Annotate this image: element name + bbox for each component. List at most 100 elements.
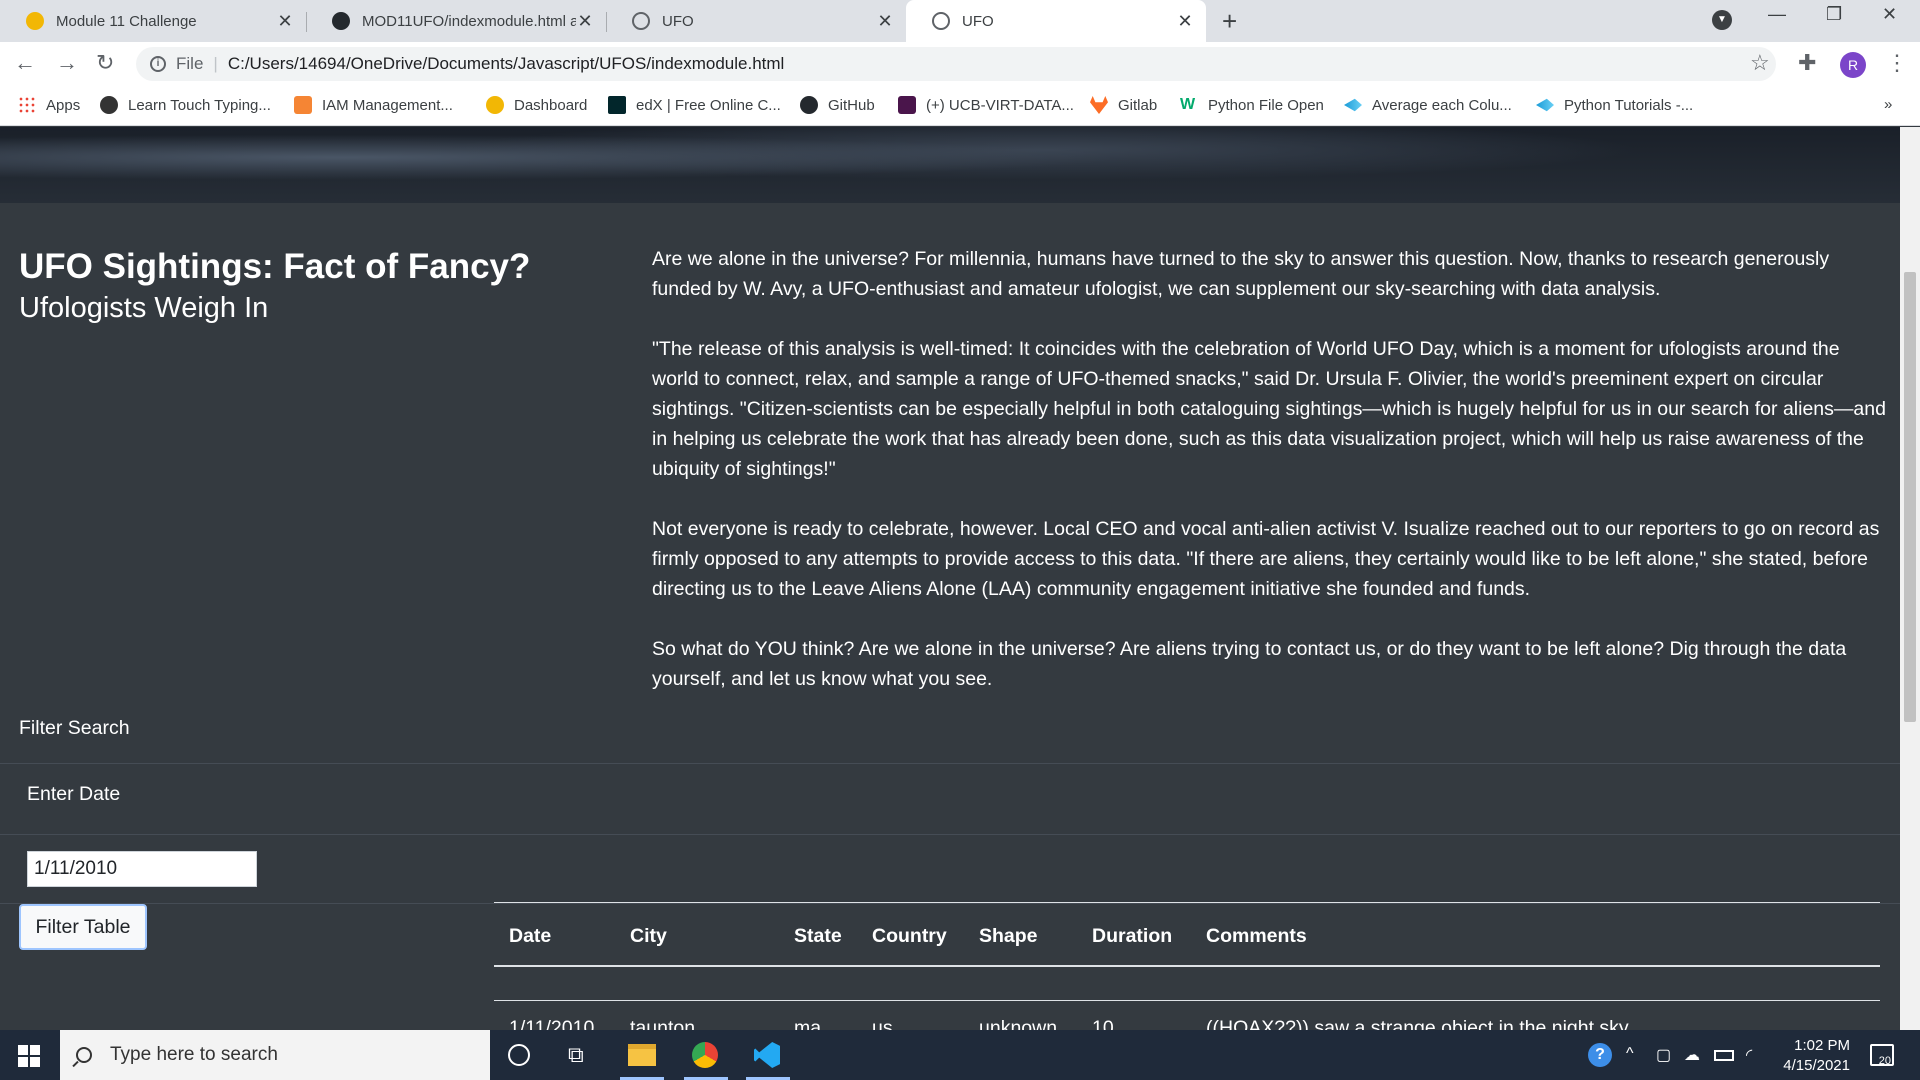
bookmark-label: (+) UCB-VIRT-DATA...	[926, 96, 1074, 114]
bookmark-average-column[interactable]: Average each Colu...	[1344, 96, 1512, 114]
tab-github[interactable]: MOD11UFO/indexmodule.html at ✕	[306, 0, 606, 42]
reload-icon[interactable]: ↻	[96, 50, 114, 76]
forward-icon[interactable]: →	[56, 50, 78, 76]
bookmark-iam[interactable]: IAM Management...	[294, 96, 453, 114]
yellow-circle-icon	[26, 12, 44, 30]
avatar[interactable]: R	[1840, 52, 1866, 78]
tab-module-11-challenge[interactable]: Module 11 Challenge ✕	[0, 0, 306, 42]
bookmark-label: Learn Touch Typing...	[128, 96, 271, 114]
url-text[interactable]: C:/Users/14694/OneDrive/Documents/Javasc…	[228, 54, 785, 74]
tab-strip: Module 11 Challenge ✕ MOD11UFO/indexmodu…	[0, 0, 1920, 42]
enter-date-label: Enter Date	[27, 783, 121, 805]
col-shape: Shape	[979, 925, 1038, 947]
windows-taskbar: Type here to search ⧉ ? ^ ▢ ☁ ◜	[0, 1030, 1920, 1080]
col-country: Country	[872, 925, 947, 947]
wifi-icon[interactable]: ◜	[1746, 1045, 1752, 1065]
bookmark-gitlab[interactable]: Gitlab	[1090, 96, 1157, 114]
filter-table-button[interactable]: Filter Table	[19, 904, 147, 950]
bookmark-label: Average each Colu...	[1372, 96, 1512, 114]
col-state: State	[794, 925, 842, 947]
restore-icon[interactable]: ❐	[1826, 4, 1842, 25]
chrome-icon[interactable]	[692, 1042, 718, 1068]
divider	[0, 763, 1900, 764]
taskbar-clock[interactable]: 1:02 PM 4/15/2021	[1760, 1036, 1850, 1076]
address-bar[interactable]: i File | C:/Users/14694/OneDrive/Documen…	[136, 47, 1776, 81]
bookmark-python-tutorials[interactable]: Python Tutorials -...	[1536, 96, 1693, 114]
col-date: Date	[509, 925, 552, 947]
apps-grid-icon	[18, 96, 36, 114]
page-content: UFO Sightings: Fact of Fancy? Ufologists…	[0, 127, 1900, 1030]
tutorial-icon	[1536, 98, 1554, 112]
page-subtitle: Ufologists Weigh In	[19, 292, 269, 324]
taskbar-search-placeholder: Type here to search	[110, 1044, 278, 1065]
github-icon	[332, 12, 350, 30]
window-close-icon[interactable]: ✕	[1882, 4, 1897, 25]
scrollbar-thumb[interactable]	[1904, 272, 1916, 722]
close-icon[interactable]: ✕	[576, 11, 594, 32]
bookmark-star-icon[interactable]: ☆	[1750, 50, 1770, 76]
menu-icon[interactable]: ⋮	[1886, 50, 1908, 76]
page-scrollbar[interactable]	[1900, 127, 1920, 1030]
bookmark-label: Python Tutorials -...	[1564, 96, 1694, 114]
extensions-icon[interactable]: ✚	[1798, 50, 1816, 76]
col-city: City	[630, 925, 667, 947]
bookmark-typing[interactable]: Learn Touch Typing...	[100, 96, 271, 114]
cortana-icon[interactable]	[508, 1044, 530, 1066]
col-comments: Comments	[1206, 925, 1307, 947]
bookmarks-overflow-icon[interactable]: »	[1884, 96, 1892, 113]
back-icon[interactable]: ←	[14, 50, 36, 76]
bookmark-apps[interactable]: Apps	[18, 96, 80, 114]
edx-icon	[608, 96, 626, 114]
bookmark-label: Gitlab	[1118, 96, 1158, 114]
tab-ufo-active[interactable]: UFO ✕	[906, 0, 1206, 42]
help-icon[interactable]: ?	[1588, 1043, 1612, 1067]
taskbar-search-box[interactable]: Type here to search	[60, 1030, 490, 1080]
cell-city: taunton	[630, 1017, 696, 1030]
bookmark-dashboard[interactable]: Dashboard	[486, 96, 587, 114]
typing-icon	[100, 96, 118, 114]
new-tab-icon[interactable]: +	[1222, 6, 1237, 37]
close-icon[interactable]: ✕	[1176, 11, 1194, 32]
close-icon[interactable]: ✕	[876, 11, 894, 32]
dashboard-icon	[486, 96, 504, 114]
bookmark-label: Apps	[46, 96, 81, 114]
cell-country: us	[872, 1017, 893, 1030]
article-paragraph: So what do YOU think? Are we alone in th…	[652, 638, 1847, 690]
minimize-icon[interactable]: —	[1768, 4, 1786, 25]
globe-icon	[932, 12, 950, 30]
url-scheme: File	[176, 54, 204, 73]
vscode-icon[interactable]	[754, 1042, 780, 1068]
aws-icon	[294, 96, 312, 114]
battery-icon[interactable]	[1714, 1050, 1734, 1061]
tutorial-icon	[1344, 98, 1362, 112]
onedrive-icon[interactable]: ☁	[1684, 1045, 1700, 1065]
bookmark-edx[interactable]: edX | Free Online C...	[608, 96, 781, 114]
cell-comments: ((HOAX??)) saw a strange object in the n…	[1206, 1017, 1629, 1030]
clock-date: 4/15/2021	[1783, 1057, 1850, 1074]
bookmark-ucb[interactable]: (+) UCB-VIRT-DATA...	[898, 96, 1074, 114]
chevron-up-icon[interactable]: ^	[1626, 1045, 1634, 1063]
w3schools-icon: W	[1180, 96, 1196, 113]
bookmark-label: edX | Free Online C...	[636, 96, 781, 114]
tab-search-icon[interactable]: ▼	[1712, 10, 1732, 30]
task-view-icon[interactable]: ⧉	[568, 1042, 584, 1068]
bookmark-label: IAM Management...	[322, 96, 453, 114]
notification-center-icon[interactable]: 20	[1870, 1044, 1894, 1067]
info-icon[interactable]: i	[150, 56, 166, 72]
windows-start-icon[interactable]	[18, 1045, 40, 1067]
bookmark-label: Python File Open	[1208, 96, 1324, 114]
date-input[interactable]	[27, 851, 257, 887]
bookmark-python-file-open[interactable]: W Python File Open	[1180, 96, 1324, 114]
tab-ufo[interactable]: UFO ✕	[606, 0, 906, 42]
url-divider: |	[213, 54, 218, 73]
close-icon[interactable]: ✕	[276, 11, 294, 32]
bookmark-github[interactable]: GitHub	[800, 96, 875, 114]
bookmark-label: Dashboard	[514, 96, 588, 114]
page-title: UFO Sightings: Fact of Fancy?	[19, 247, 531, 286]
cell-date: 1/11/2010	[509, 1017, 595, 1030]
globe-icon	[632, 12, 650, 30]
file-explorer-icon[interactable]	[628, 1044, 656, 1066]
tab-title: UFO	[962, 12, 994, 30]
github-icon	[800, 96, 818, 114]
meet-now-icon[interactable]: ▢	[1656, 1045, 1671, 1065]
